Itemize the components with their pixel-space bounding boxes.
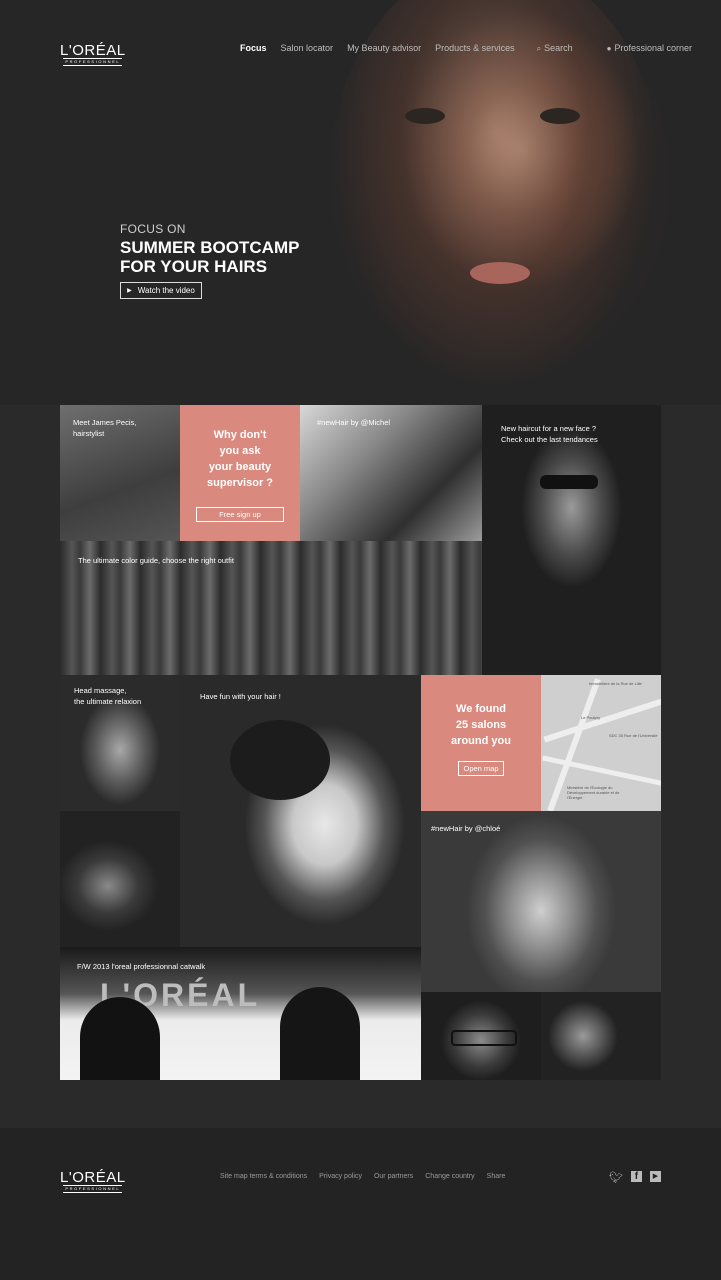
footer: L'ORÉAL PROFESSIONNEL Site map terms & c… (0, 1128, 721, 1280)
footer-link-country[interactable]: Change country (425, 1173, 474, 1180)
salons-line1: We found (456, 703, 506, 715)
fun-hair-bun (230, 720, 330, 800)
footer-logo-sub: PROFESSIONNEL (63, 1185, 123, 1193)
beauty-line3: your beauty (208, 461, 272, 473)
hero-eye-right (540, 108, 580, 124)
nav-products[interactable]: Products & services (435, 43, 515, 54)
tile-michel-caption: #newHair by @Michel (317, 418, 391, 427)
tile-newhair-chloe[interactable]: #newHair by @chloé (421, 811, 661, 992)
main-nav: Focus Salon locator My Beauty advisor Pr… (240, 43, 720, 54)
map-label-3: SDC 35 Rue de l'Université (609, 733, 658, 738)
footer-logo[interactable]: L'ORÉAL PROFESSIONNEL (60, 1170, 126, 1193)
glasses (451, 1030, 517, 1046)
footer-link-privacy[interactable]: Privacy policy (319, 1173, 362, 1180)
footer-links: Site map terms & conditions Privacy poli… (220, 1173, 517, 1180)
hero-title-line1: SUMMER BOOTCAMP (120, 238, 300, 257)
watch-video-label: Watch the video (137, 286, 195, 295)
tile-smiling-men[interactable] (541, 992, 661, 1080)
tile-haircut-caption: New haircut for a new face ? Check out t… (501, 423, 651, 445)
nav-focus[interactable]: Focus (240, 43, 267, 54)
map-label-2: Le Poulpry (581, 715, 601, 720)
salons-line2: 25 salons (455, 719, 507, 731)
watch-video-button[interactable]: ▶ Watch the video (120, 282, 202, 299)
hero-eye-left (405, 108, 445, 124)
free-sign-up-button[interactable]: Free sign up (196, 507, 284, 522)
tile-newhair-michel[interactable]: #newHair by @Michel (300, 405, 482, 541)
facebook-icon[interactable]: f (630, 1171, 642, 1182)
hero-kicker: FOCUS ON (120, 222, 186, 236)
youtube-icon[interactable]: ▶ (649, 1171, 661, 1182)
hero-title: SUMMER BOOTCAMP FOR YOUR HAIRS (120, 238, 299, 276)
tile-stylist-work[interactable] (60, 811, 180, 947)
footer-logo-brand: L'ORÉAL (60, 1169, 126, 1186)
salons-text: We found 25 salons around you (451, 701, 511, 749)
hero-portrait (330, 0, 660, 390)
nav-beauty-advisor[interactable]: My Beauty advisor (347, 43, 421, 54)
hero-title-line2: FOR YOUR HAIRS (120, 257, 268, 276)
tile-salons-found[interactable]: We found 25 salons around you Open map (421, 675, 541, 811)
sunglasses (540, 475, 598, 489)
haircut-line1: New haircut for a new face ? (501, 424, 597, 433)
nav-salon-locator[interactable]: Salon locator (281, 43, 334, 54)
tile-beauty-supervisor[interactable]: Why don't you ask your beauty supervisor… (180, 405, 300, 541)
tile-chloe-caption: #newHair by @chloé (431, 824, 501, 833)
map-label-1: Immobilière de la Rue de Lille (589, 681, 642, 686)
tile-color-guide[interactable]: The ultimate color guide, choose the rig… (60, 541, 482, 675)
logo-sub: PROFESSIONNEL (63, 58, 123, 66)
social-links: 🐦︎ f ▶ (609, 1171, 661, 1184)
beauty-line2: you ask (219, 445, 261, 457)
nav-pro-corner[interactable]: ● Professional corner (607, 43, 706, 54)
open-map-button[interactable]: Open map (458, 761, 504, 776)
footer-link-sitemap[interactable]: Site map terms & conditions (220, 1173, 307, 1180)
header-logo[interactable]: L'ORÉAL PROFESSIONNEL (60, 43, 126, 66)
play-icon: ▶ (127, 288, 132, 294)
footer-link-partners[interactable]: Our partners (374, 1173, 413, 1180)
salons-line3: around you (451, 735, 511, 747)
search-icon: ⌕ (536, 44, 542, 53)
tile-glasses-man[interactable] (421, 992, 541, 1080)
tile-catwalk[interactable]: L'ORÉAL F/W 2013 l'oreal professionnal c… (60, 947, 421, 1080)
tile-color-caption: The ultimate color guide, choose the rig… (78, 556, 234, 565)
nav-search-label: Search (544, 43, 573, 53)
massage-line2: the ultimate relaxion (74, 697, 142, 706)
tile-new-haircut[interactable]: New haircut for a new face ? Check out t… (482, 405, 661, 675)
tile-massage-caption: Head massage, the ultimate relaxion (74, 685, 141, 707)
map-label-4: Ministère de l'Écologie du Développement… (567, 785, 620, 800)
content-grid: Meet James Pecis, hairstylist Why don't … (60, 405, 661, 1080)
hero-lips (470, 262, 530, 284)
beauty-line4: supervisor ? (206, 477, 274, 489)
tile-catwalk-caption: F/W 2013 l'oreal professionnal catwalk (77, 962, 206, 971)
catwalk-figure-right (280, 987, 360, 1080)
beauty-text: Why don't you ask your beauty supervisor… (207, 427, 273, 491)
tile-head-massage[interactable]: Head massage, the ultimate relaxion (60, 675, 180, 811)
logo-brand: L'ORÉAL (60, 42, 126, 59)
nav-pro-label: Professional corner (614, 43, 693, 53)
tile-james-pecis[interactable]: Meet James Pecis, hairstylist (60, 405, 180, 541)
nav-search[interactable]: ⌕ Search (537, 43, 587, 54)
tile-fun-caption: Have fun with your hair ! (200, 692, 281, 701)
tile-james-caption: Meet James Pecis, hairstylist (73, 418, 137, 438)
tile-map[interactable]: Immobilière de la Rue de Lille Le Poulpr… (541, 675, 661, 811)
tile-have-fun[interactable]: Have fun with your hair ! (180, 675, 421, 947)
catwalk-figure-left (80, 997, 160, 1080)
massage-line1: Head massage, (74, 686, 127, 695)
footer-link-share[interactable]: Share (487, 1173, 506, 1180)
haircut-line2: Check out the last tendances (501, 435, 598, 444)
twitter-icon[interactable]: 🐦︎ (609, 1171, 623, 1184)
user-icon: ● (606, 44, 612, 53)
beauty-line1: Why don't (213, 429, 267, 441)
